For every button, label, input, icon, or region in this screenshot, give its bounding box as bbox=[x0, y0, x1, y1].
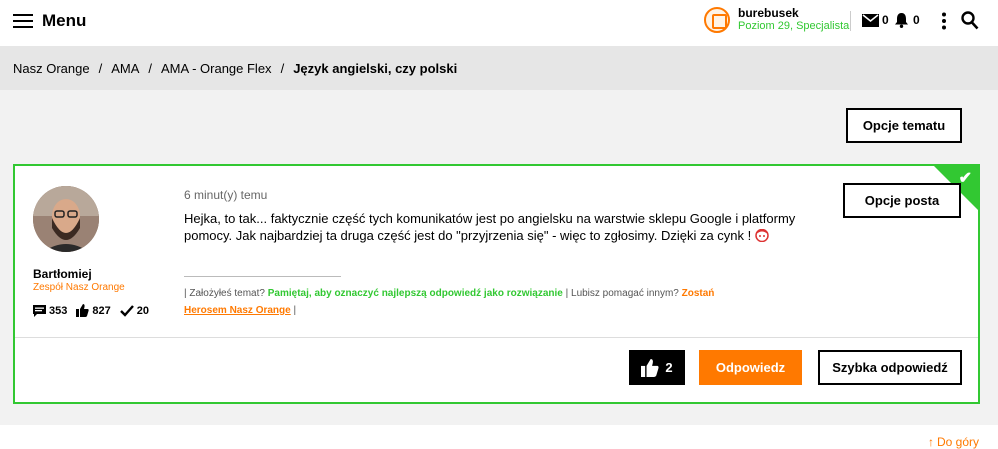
post-body-text: Hejka, to tak... faktycznie część tych k… bbox=[184, 211, 796, 243]
breadcrumb-item-ama-orange-flex[interactable]: AMA - Orange Flex bbox=[161, 61, 272, 76]
reply-button[interactable]: Odpowiedz bbox=[699, 350, 802, 385]
solutions-stat: 20 bbox=[119, 304, 149, 317]
mail-button[interactable]: 0 bbox=[862, 13, 889, 27]
back-to-top-label: Do góry bbox=[936, 435, 979, 449]
search-icon bbox=[961, 11, 979, 30]
post-signature: | Założyłeś temat? Pamiętaj, aby oznaczy… bbox=[184, 285, 824, 319]
mark-solution-link[interactable]: Pamiętaj, aby oznaczyć najlepszą odpowie… bbox=[268, 288, 563, 299]
menu-button[interactable]: Menu bbox=[13, 11, 86, 31]
emoji-icon bbox=[755, 228, 769, 243]
likes-count: 827 bbox=[92, 304, 111, 317]
thumbs-up-icon bbox=[641, 358, 659, 377]
author-name[interactable]: Bartłomiej bbox=[33, 267, 92, 281]
become-hero-link[interactable]: Zostań bbox=[682, 288, 715, 299]
topic-options-button[interactable]: Opcje tematu bbox=[846, 108, 962, 143]
breadcrumb-separator: / bbox=[280, 61, 285, 76]
author-avatar[interactable] bbox=[33, 186, 99, 252]
mail-count: 0 bbox=[882, 13, 889, 27]
thumbs-up-icon bbox=[76, 304, 90, 317]
back-to-top-link[interactable]: ↑ Do góry bbox=[928, 435, 979, 449]
signature-text-1: | Założyłeś temat? bbox=[184, 288, 265, 299]
top-header: Menu burebusek Poziom 29, Specjalista 0 … bbox=[0, 0, 998, 46]
hero-program-link[interactable]: Herosem Nasz Orange bbox=[184, 305, 291, 316]
likes-stat: 827 bbox=[76, 304, 111, 317]
breadcrumb-item-nasz-orange[interactable]: Nasz Orange bbox=[13, 61, 90, 76]
checkmark-icon bbox=[119, 304, 134, 317]
user-avatar-icon bbox=[704, 7, 730, 33]
like-button[interactable]: 2 bbox=[629, 350, 685, 385]
page-bottom: ↑ Do góry bbox=[0, 425, 998, 449]
bell-icon bbox=[895, 13, 908, 28]
breadcrumb-item-ama[interactable]: AMA bbox=[111, 61, 139, 76]
solutions-count: 20 bbox=[136, 304, 149, 317]
hamburger-icon bbox=[13, 14, 33, 28]
posts-stat: 353 bbox=[33, 304, 68, 317]
like-count: 2 bbox=[665, 360, 673, 375]
breadcrumb: Nasz Orange / AMA / AMA - Orange Flex / … bbox=[13, 61, 457, 76]
signature-text-3: | bbox=[293, 305, 297, 316]
more-vertical-icon bbox=[942, 12, 946, 30]
breadcrumb-separator: / bbox=[148, 61, 153, 76]
menu-label: Menu bbox=[42, 11, 87, 30]
breadcrumb-bar: Nasz Orange / AMA / AMA - Orange Flex / … bbox=[0, 46, 998, 90]
user-level: Poziom 29, Specjalista bbox=[738, 20, 850, 32]
author-stats: 353 827 20 bbox=[33, 304, 158, 317]
post-timestamp: 6 minut(y) temu bbox=[184, 188, 268, 202]
user-profile[interactable]: burebusek Poziom 29, Specjalista bbox=[704, 7, 849, 33]
quick-reply-button[interactable]: Szybka odpowiedź bbox=[818, 350, 962, 385]
post-options-button[interactable]: Opcje posta bbox=[843, 183, 961, 218]
post-body: Hejka, to tak... faktycznie część tych k… bbox=[184, 210, 814, 244]
signature-text-2: | Lubisz pomagać innym? bbox=[565, 288, 679, 299]
posts-count: 353 bbox=[49, 304, 68, 317]
user-name: burebusek bbox=[738, 6, 799, 20]
post-card: ✔ Bartłomiej Zespół Nasz Orange 353 827 … bbox=[13, 164, 980, 404]
signature-divider bbox=[184, 276, 341, 277]
breadcrumb-current: Język angielski, czy polski bbox=[293, 61, 458, 76]
notifications-button[interactable]: 0 bbox=[894, 12, 920, 28]
search-button[interactable] bbox=[961, 11, 979, 30]
more-options-button[interactable] bbox=[942, 12, 946, 30]
post-actions-divider bbox=[15, 337, 978, 338]
header-divider bbox=[850, 11, 851, 31]
arrow-up-icon: ↑ bbox=[927, 435, 934, 449]
author-role: Zespół Nasz Orange bbox=[33, 282, 125, 293]
mail-icon bbox=[862, 13, 879, 27]
notification-count: 0 bbox=[913, 13, 920, 27]
breadcrumb-separator: / bbox=[98, 61, 103, 76]
messages-icon bbox=[33, 304, 46, 317]
